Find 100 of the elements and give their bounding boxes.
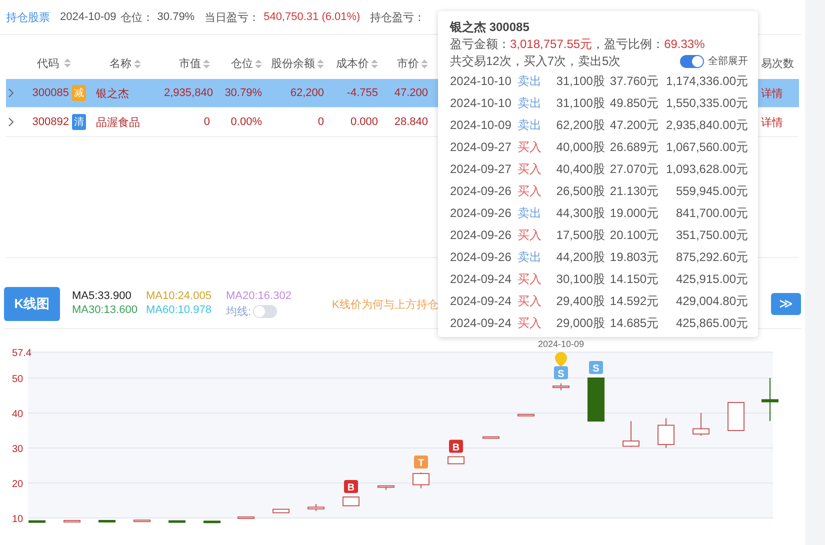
- trade-quantity: 40,000股: [555, 138, 605, 156]
- ratio-value: 69.33%: [664, 37, 705, 51]
- trade-amount: 1,093,628.00元: [664, 160, 748, 178]
- candlestick: [28, 520, 46, 523]
- trade-quantity: 30,100股: [555, 270, 605, 288]
- trade-quantity: 44,300股: [555, 204, 605, 222]
- table-cell-text: 47.200: [393, 87, 428, 99]
- trade-amount: 559,945.00元: [674, 182, 748, 200]
- table-cell-text: 0.000: [349, 116, 378, 128]
- column-header[interactable]: 市价: [378, 56, 428, 70]
- candlestick: [728, 402, 744, 431]
- axis-label: 10: [12, 514, 24, 525]
- trade-amount: 351,750.00元: [674, 226, 748, 244]
- trade-side: 买入: [516, 270, 542, 288]
- table-cell-text: 30.79%: [224, 87, 262, 99]
- sort-icon[interactable]: [371, 58, 378, 69]
- candlestick: [342, 496, 360, 506]
- trade-marker: T: [414, 456, 428, 469]
- expand-icon[interactable]: [8, 117, 14, 127]
- trade-side: 卖出: [516, 116, 542, 134]
- sort-icon[interactable]: [64, 58, 71, 68]
- trade-price: 19.000元: [608, 204, 659, 222]
- table-cell-text: 62,200: [289, 87, 324, 99]
- date-label: 2024-10-09: [538, 339, 584, 349]
- candlestick: [204, 520, 220, 524]
- column-header: 易次数: [761, 56, 795, 70]
- candlestick: [762, 378, 778, 422]
- column-header[interactable]: 成本价: [324, 56, 378, 70]
- trade-date: 2024-09-26: [450, 184, 512, 198]
- ma-value: MA60:10.978: [146, 304, 212, 318]
- sort-icon[interactable]: [317, 58, 324, 69]
- trade-date: 2024-09-27: [450, 162, 512, 176]
- trade-price: 20.100元: [608, 226, 659, 244]
- ma-toggle-label: 均线:: [226, 304, 252, 318]
- candlestick: [622, 420, 640, 448]
- trade-amount: 875,292.60元: [674, 248, 748, 266]
- column-header[interactable]: 名称: [86, 56, 164, 70]
- table-cell-text: 0: [316, 116, 324, 128]
- trade-amount: 429,004.80元: [674, 292, 748, 310]
- trade-quantity: 44,200股: [555, 248, 605, 266]
- ratio-label: ，盈亏比例：: [592, 37, 664, 51]
- candlestick: [588, 378, 604, 422]
- candlestick: [482, 436, 500, 439]
- trade-date: 2024-09-24: [450, 316, 512, 330]
- trade-quantity: 29,000股: [555, 314, 605, 332]
- expand-all-toggle[interactable]: [680, 55, 704, 68]
- trade-amount: 2,935,840.00元: [664, 116, 748, 134]
- table-cell-text: 0.00%: [230, 116, 262, 128]
- trade-price: 27.070元: [608, 160, 659, 178]
- trade-date: 2024-09-26: [450, 250, 512, 264]
- popup-title: 银之杰 300085: [450, 19, 530, 36]
- details-link[interactable]: 详情: [761, 116, 783, 128]
- trade-date: 2024-09-24: [450, 272, 512, 286]
- trade-price: 14.685元: [608, 314, 659, 332]
- candlestick: [64, 520, 80, 522]
- ma-toggle[interactable]: [253, 304, 278, 318]
- candlestick: [378, 485, 394, 490]
- candlestick: [692, 412, 710, 436]
- column-header[interactable]: 仓位: [210, 56, 262, 70]
- column-header[interactable]: 市值: [164, 56, 210, 70]
- trade-side: 买入: [516, 138, 542, 156]
- position-label: 仓位：: [120, 10, 154, 24]
- trade-price: 14.150元: [608, 270, 659, 288]
- expand-icon[interactable]: [8, 88, 14, 98]
- candlestick: [272, 508, 290, 514]
- sort-icon[interactable]: [134, 58, 140, 69]
- trade-price: 19.803元: [608, 248, 659, 266]
- trade-quantity: 26,500股: [555, 182, 605, 200]
- trade-price: 26.689元: [608, 138, 659, 156]
- trade-quantity: 17,500股: [555, 226, 605, 244]
- candlestick: [412, 472, 430, 489]
- trade-marker: B: [449, 440, 463, 454]
- daily-pl-value: 540,750.31 (6.01%): [264, 11, 360, 23]
- ma-value: MA5:33.900: [72, 290, 132, 302]
- column-header[interactable]: 股份余额: [262, 56, 324, 70]
- sort-icon[interactable]: [203, 58, 210, 69]
- candlestick: [168, 520, 186, 523]
- trade-amount: 425,865.00元: [674, 314, 748, 332]
- trade-amount: 841,700.00元: [674, 204, 748, 222]
- stock-code: 300892: [32, 116, 69, 128]
- trade-amount: 1,067,560.00元: [664, 138, 748, 156]
- sort-icon[interactable]: [255, 58, 262, 69]
- stock-name: 银之杰: [95, 86, 130, 100]
- pin-icon: [555, 352, 567, 367]
- candlestick: [98, 520, 116, 522]
- expand-all-label: 全部展开: [708, 54, 748, 69]
- trade-quantity: 62,200股: [555, 116, 605, 134]
- candlestick: [518, 414, 534, 416]
- axis-label: 50: [12, 374, 24, 385]
- table-cell-text: 0: [202, 116, 210, 128]
- trade-price: 21.130元: [608, 182, 659, 200]
- axis-label: 57.4: [12, 348, 32, 360]
- trade-price: 14.592元: [608, 292, 659, 310]
- ma-value: MA30:13.600: [72, 304, 138, 318]
- candlestick: [448, 456, 464, 464]
- sort-icon[interactable]: [421, 58, 428, 69]
- pl-label: 盈亏金额：: [450, 37, 510, 51]
- column-header[interactable]: 代码: [22, 56, 86, 70]
- trade-date: 2024-09-26: [450, 206, 512, 220]
- trade-quantity: 29,400股: [555, 292, 605, 310]
